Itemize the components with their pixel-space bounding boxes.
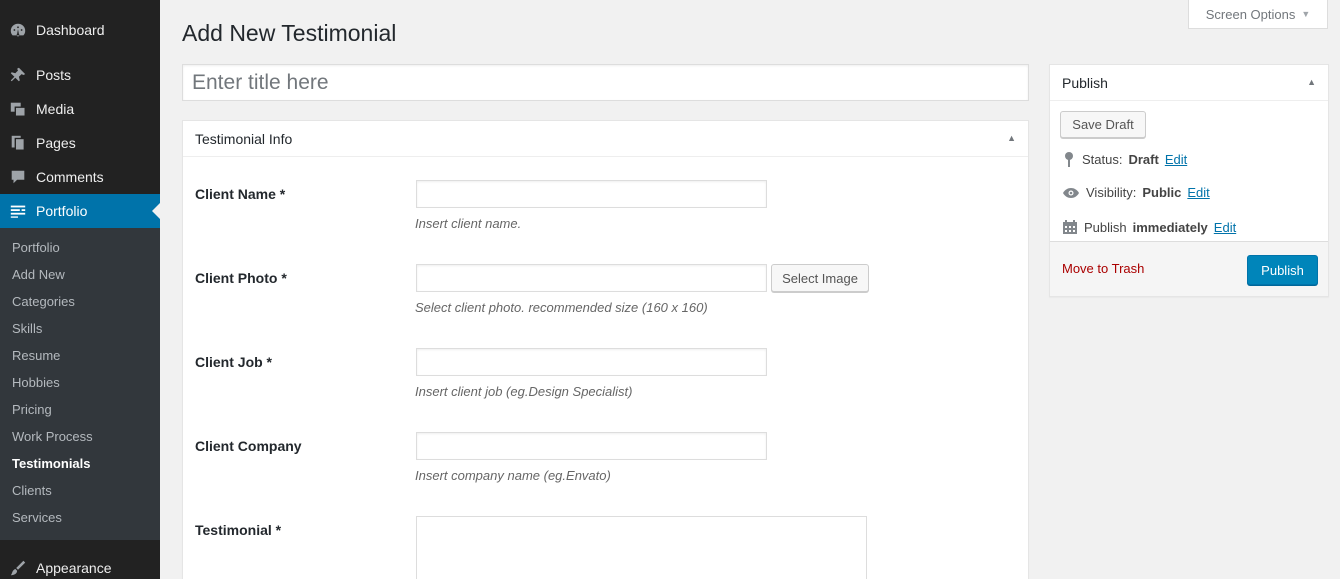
client-photo-hint: Select client photo. recommended size (1… <box>415 300 708 315</box>
visibility-label: Visibility: <box>1086 185 1137 200</box>
page-title: Add New Testimonial <box>182 20 397 46</box>
client-company-hint: Insert company name (eg.Envato) <box>415 468 611 483</box>
publish-time-label: Publish <box>1084 219 1127 235</box>
media-icon <box>0 100 36 118</box>
calendar-icon <box>1063 220 1077 234</box>
eye-icon <box>1063 187 1079 198</box>
status-label: Status: <box>1082 151 1123 167</box>
menu-appearance[interactable]: Appearance <box>0 551 160 579</box>
pin-icon <box>0 66 36 84</box>
visibility-value: Public <box>1142 185 1182 200</box>
collapse-arrow-icon[interactable]: ▲ <box>1307 77 1316 87</box>
status-edit-link[interactable]: Edit <box>1165 152 1187 167</box>
client-job-hint: Insert client job (eg.Design Specialist) <box>415 384 633 399</box>
submenu-item-categories[interactable]: Categories <box>12 292 75 312</box>
submenu-item-clients[interactable]: Clients <box>12 481 52 501</box>
admin-sidebar: Dashboard Posts Media Pages Comments Por… <box>0 0 160 579</box>
dashboard-icon <box>0 21 36 39</box>
visibility-row: Visibility: Public Edit <box>1062 185 1210 200</box>
collapse-arrow-icon[interactable]: ▲ <box>1007 133 1016 143</box>
save-draft-button[interactable]: Save Draft <box>1060 111 1146 138</box>
submenu-item-portfolio[interactable]: Portfolio <box>12 238 60 258</box>
testimonial-info-header[interactable]: Testimonial Info ▲ <box>183 121 1028 157</box>
publish-time-value: immediately <box>1132 219 1208 235</box>
menu-media[interactable]: Media <box>0 92 160 126</box>
publish-box: Publish ▲ Save Draft Status: Draft Edit … <box>1049 64 1329 297</box>
menu-dashboard-label: Dashboard <box>36 22 105 38</box>
caret-down-icon: ▼ <box>1301 9 1311 19</box>
submenu-item-services[interactable]: Services <box>12 508 62 528</box>
menu-posts-label: Posts <box>36 67 72 83</box>
screen-options-button[interactable]: Screen Options ▼ <box>1188 0 1328 29</box>
client-company-input[interactable] <box>416 432 767 460</box>
testimonial-info-box: Testimonial Info ▲ Client Name * Insert … <box>182 120 1029 579</box>
submenu-item-hobbies[interactable]: Hobbies <box>12 373 60 393</box>
pin-icon <box>1065 152 1073 167</box>
select-image-button[interactable]: Select Image <box>771 264 869 292</box>
menu-comments[interactable]: Comments <box>0 160 160 194</box>
submenu-item-resume[interactable]: Resume <box>12 346 60 366</box>
visibility-edit-link[interactable]: Edit <box>1187 185 1209 200</box>
comment-icon <box>0 168 36 186</box>
testimonial-textarea[interactable] <box>416 516 867 579</box>
portfolio-icon <box>0 202 36 220</box>
publish-time-edit-link[interactable]: Edit <box>1214 220 1236 235</box>
client-name-hint: Insert client name. <box>415 216 522 231</box>
submenu-item-work-process[interactable]: Work Process <box>12 427 93 447</box>
publish-time-row: Publish immediately Edit <box>1062 219 1236 235</box>
menu-media-label: Media <box>36 101 75 117</box>
screen-options-label: Screen Options <box>1205 6 1296 22</box>
client-company-label: Client Company <box>195 438 302 454</box>
publish-heading: Publish <box>1062 74 1108 91</box>
submenu-item-testimonials[interactable]: Testimonials <box>12 454 91 474</box>
portfolio-submenu: Portfolio Add New Categories Skills Resu… <box>0 228 160 540</box>
testimonial-info-heading: Testimonial Info <box>195 130 293 147</box>
menu-portfolio-label: Portfolio <box>36 203 88 219</box>
submenu-item-pricing[interactable]: Pricing <box>12 400 52 420</box>
menu-dashboard[interactable]: Dashboard <box>0 13 160 47</box>
menu-pages[interactable]: Pages <box>0 126 160 160</box>
status-value: Draft <box>1128 151 1159 167</box>
client-photo-input[interactable] <box>416 264 767 292</box>
status-row: Status: Draft Edit <box>1062 151 1187 167</box>
publish-button[interactable]: Publish <box>1247 255 1318 285</box>
client-job-label: Client Job * <box>195 354 273 370</box>
move-to-trash-link[interactable]: Move to Trash <box>1062 261 1144 276</box>
pages-icon <box>0 134 36 152</box>
brush-icon <box>0 559 36 577</box>
menu-comments-label: Comments <box>36 169 104 185</box>
menu-appearance-label: Appearance <box>36 560 112 576</box>
submenu-item-add-new[interactable]: Add New <box>12 265 65 285</box>
publish-header[interactable]: Publish ▲ <box>1050 65 1328 101</box>
menu-posts[interactable]: Posts <box>0 58 160 92</box>
menu-pages-label: Pages <box>36 135 76 151</box>
major-publishing-actions: Move to Trash Publish <box>1050 241 1328 296</box>
testimonial-label: Testimonial * <box>195 522 282 538</box>
submenu-item-skills[interactable]: Skills <box>12 319 42 339</box>
title-input[interactable] <box>182 64 1029 101</box>
client-name-input[interactable] <box>416 180 767 208</box>
client-job-input[interactable] <box>416 348 767 376</box>
menu-portfolio[interactable]: Portfolio <box>0 194 160 228</box>
client-name-label: Client Name * <box>195 186 286 202</box>
client-photo-label: Client Photo * <box>195 270 287 286</box>
